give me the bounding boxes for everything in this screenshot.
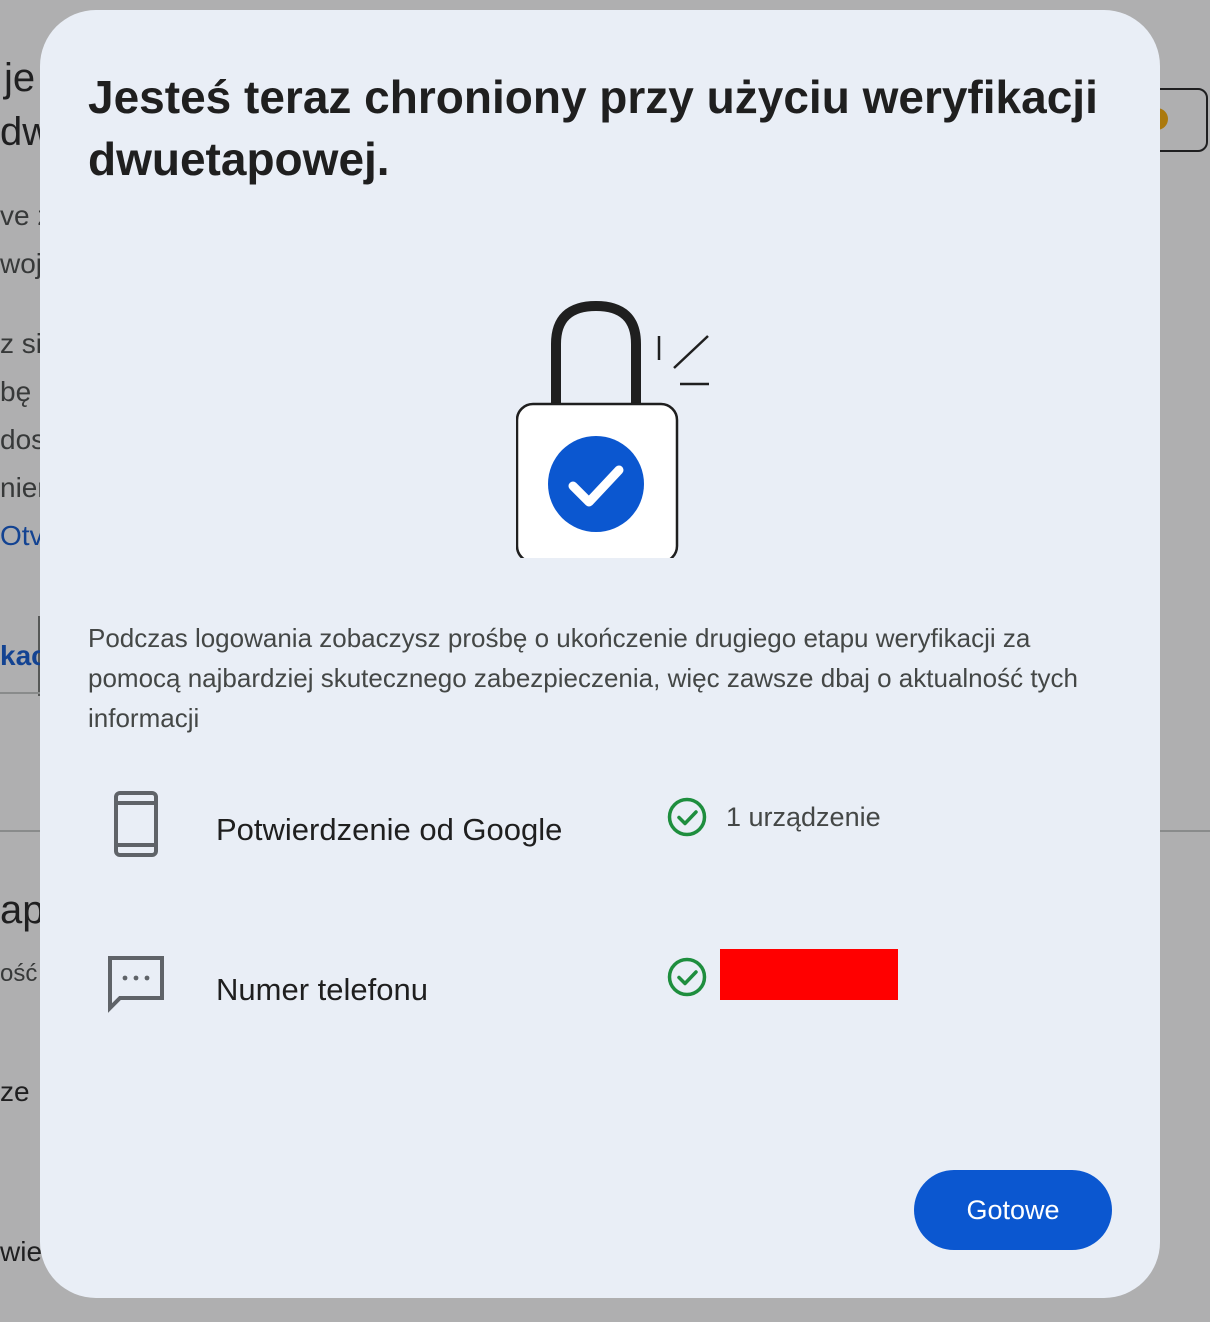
method-label: Potwierdzenie od Google xyxy=(216,812,563,847)
check-circle-icon xyxy=(667,797,707,837)
sms-chat-icon xyxy=(108,956,164,1013)
dialog-title: Jesteś teraz chroniony przy użyciu weryf… xyxy=(88,71,1098,185)
dialog-description: Podczas logowania zobaczysz prośbę o uko… xyxy=(88,623,1079,733)
done-button[interactable]: Gotowe xyxy=(914,1170,1112,1250)
method-row-google-prompt: Potwierdzenie od Google 1 urządzenie xyxy=(40,780,1160,860)
two-step-verification-dialog: Jesteś teraz chroniony przy użyciu weryf… xyxy=(40,10,1160,1298)
method-label: Numer telefonu xyxy=(216,972,428,1007)
smartphone-icon xyxy=(114,791,158,857)
check-circle-icon xyxy=(667,957,707,997)
padlock-check-icon xyxy=(516,300,709,558)
method-status-text: 1 urządzenie xyxy=(726,802,881,832)
redacted-phone-number xyxy=(720,949,898,1000)
method-row-phone-number: Numer telefonu xyxy=(40,940,1160,1020)
